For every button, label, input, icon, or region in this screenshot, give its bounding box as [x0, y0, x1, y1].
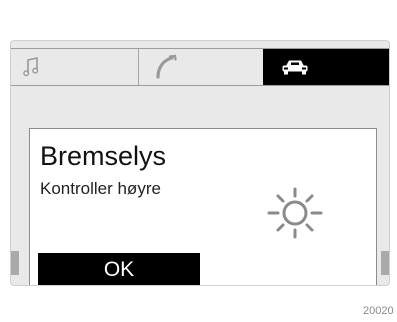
- tab-bar: [11, 48, 389, 86]
- dialog-title: Bremselys: [40, 141, 167, 171]
- ok-button[interactable]: OK: [38, 253, 200, 285]
- dialog-message: Kontroller høyre: [40, 179, 161, 198]
- info-display: Bremselys Kontroller høyre OK: [10, 40, 390, 286]
- car-icon: [282, 60, 308, 75]
- warning-dialog: Bremselys Kontroller høyre OK: [29, 128, 377, 285]
- brake-light-bulb-icon: [267, 187, 323, 239]
- tab-phone[interactable]: [139, 49, 263, 85]
- music-note-icon: [23, 57, 39, 77]
- tab-audio[interactable]: [11, 49, 139, 85]
- figure-code: 20020: [363, 305, 394, 317]
- scroll-indicator-right: [381, 251, 389, 275]
- tab-vehicle[interactable]: [263, 49, 389, 85]
- scroll-indicator-left: [11, 251, 19, 275]
- phone-handset-icon: [156, 54, 177, 79]
